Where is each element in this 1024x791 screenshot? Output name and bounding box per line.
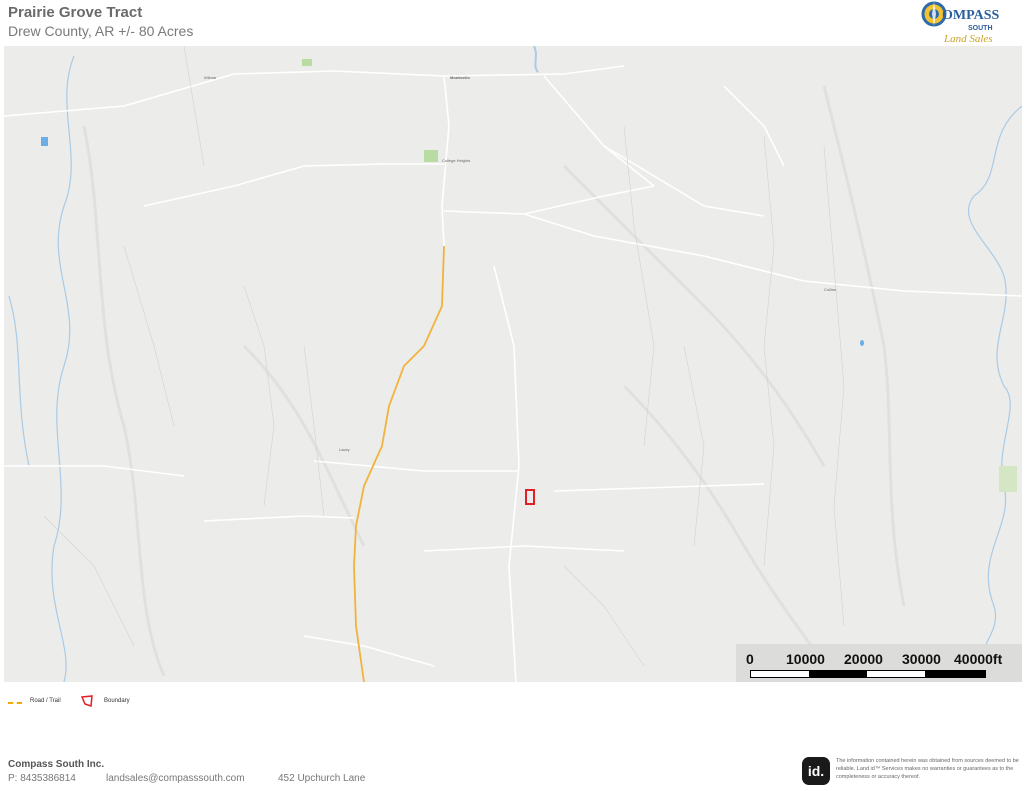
place-label: Wilmar: [204, 75, 217, 80]
legend-road-label: Road / Trail: [30, 698, 61, 704]
company-name: Compass South Inc.: [8, 759, 105, 770]
disclaimer-text: The information contained herein was obt…: [836, 758, 1019, 780]
company-logo: OMPASS SOUTH Land Sales: [918, 0, 1022, 46]
scale-label: 30000: [902, 651, 941, 667]
scale-label: 40000ft: [954, 651, 1003, 667]
legend-boundary-label: Boundary: [104, 698, 130, 704]
company-address: 452 Upchurch Lane: [278, 773, 366, 784]
scale-bar-graphic: [750, 670, 986, 678]
map-canvas: Monticello Wilmar Collins Lacey College …: [4, 46, 1022, 682]
property-boundary[interactable]: [525, 489, 535, 505]
page-title: Prairie Grove Tract: [8, 4, 143, 21]
scale-label: 10000: [786, 651, 825, 667]
land-id-logo: id.: [802, 757, 830, 785]
place-label: Lacey: [339, 447, 350, 452]
logo-script: Land Sales: [943, 33, 993, 45]
highway-route: [353, 245, 445, 682]
place-label: Monticello: [450, 75, 470, 80]
boundary-legend-icon: [80, 695, 93, 707]
compass-icon: OMPASS SOUTH Land Sales: [921, 1, 1000, 45]
company-email[interactable]: landsales@compasssouth.com: [106, 773, 245, 784]
map-area[interactable]: Monticello Wilmar Collins Lacey College …: [4, 46, 1022, 682]
logo-sub: SOUTH: [968, 25, 993, 32]
scale-label: 0: [746, 651, 754, 667]
company-phone: P: 8435386814: [8, 773, 76, 784]
scale-label: 20000: [844, 651, 883, 667]
logo-word: OMPASS: [942, 8, 1000, 23]
page-subtitle: Drew County, AR +/- 80 Acres: [8, 23, 194, 39]
place-label: College Heights: [442, 158, 470, 163]
place-label: Collins: [824, 287, 836, 292]
road-legend-icon: [8, 702, 22, 704]
scale-bar: 0 10000 20000 30000 40000ft: [736, 644, 1022, 682]
